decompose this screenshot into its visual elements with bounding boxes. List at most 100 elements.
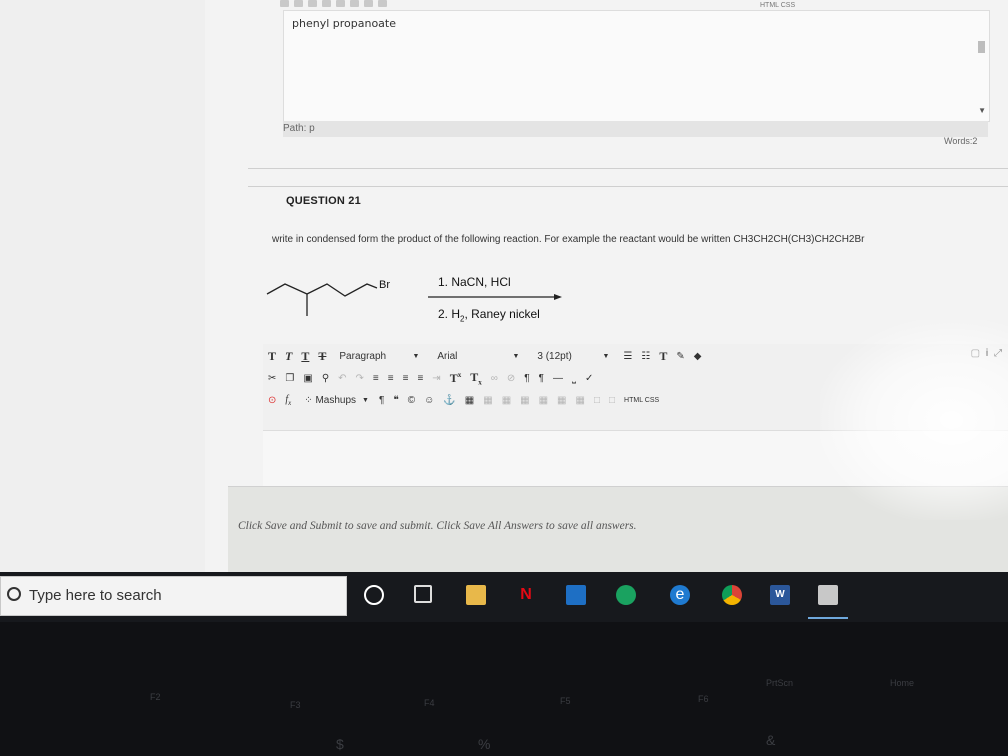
toolbar-row-1: T T T T Paragraph ▼ Arial ▼ 3 (12pt) ▼ ☰ ☷ … [268,346,710,366]
search-icon [7,587,21,601]
unlink-icon[interactable]: ⊘ [507,373,515,384]
blockquote-icon[interactable]: ❝ [393,395,398,406]
table-cell-icon[interactable]: ▦ [520,395,529,406]
italic-button[interactable]: T [285,349,292,364]
scrollbar-thumb[interactable] [978,41,985,53]
reactant-structure: Br [266,279,390,316]
paste-icon[interactable]: ▣ [303,373,312,384]
table-merge-icon[interactable]: ▦ [539,395,548,406]
indent-icon[interactable]: ⇥ [432,373,440,384]
reaction-conditions: 1. NaCN, HCl 2. H2, Raney nickel [428,268,568,328]
edge-icon[interactable] [616,585,636,605]
laptop-keyboard: F2 F3 F4 F5 F6 PrtScn Home $ % & [0,622,1008,756]
formula-icon[interactable]: fx [285,394,291,407]
ltr-icon[interactable]: ¶ [524,373,529,384]
underline-button[interactable]: T [301,349,309,364]
text-color-icon[interactable]: T [659,349,667,364]
box-icon[interactable]: □ [609,395,615,406]
reagent-step-2: 2. H2, Raney nickel [438,307,540,324]
horizontal-rule-icon[interactable]: — [553,373,563,384]
bold-button[interactable]: T [268,349,276,364]
align-right-icon[interactable]: ≡ [403,373,409,384]
html-css-button[interactable]: HTML CSS [760,2,795,9]
align-left-icon[interactable]: ≡ [373,373,379,384]
key-label: F4 [424,698,435,708]
align-center-icon[interactable]: ≡ [388,373,394,384]
table-icon[interactable]: ▦ [465,395,474,406]
numbered-list-icon[interactable]: ☷ [641,351,650,362]
mashups-select[interactable]: ⁘ Mashups ▼ [300,392,373,408]
key-label: F5 [560,696,571,706]
font-select[interactable]: Arial ▼ [433,348,523,364]
undo-icon[interactable]: ↶ [338,373,346,384]
scroll-down-icon[interactable]: ▼ [978,106,986,115]
toolbar-button[interactable] [321,0,331,7]
record-icon[interactable]: ⊙ [268,395,276,406]
previous-answer-text: phenyl propanoate [292,17,396,30]
word-count: Words:2 [944,136,978,146]
html-css-button[interactable]: HTML CSS [624,397,659,404]
copyright-icon[interactable]: © [408,395,415,406]
mail-icon[interactable] [566,585,586,605]
question-text: write in condensed form the product of t… [272,234,865,245]
divider [248,168,1008,169]
task-view-icon[interactable] [414,585,432,603]
rtl-icon[interactable]: ¶ [539,373,544,384]
chevron-down-icon: ▼ [512,352,520,360]
toolbar-button[interactable] [335,0,345,7]
previous-answer-editor[interactable]: phenyl propanoate ▼ [283,10,990,122]
paragraph-select[interactable]: Paragraph ▼ [335,348,423,364]
anchor-icon[interactable]: ⚓ [443,395,455,406]
table-row-icon[interactable]: ▦ [483,395,492,406]
superscript-icon[interactable]: Tx [450,371,462,386]
key-label: F2 [150,692,161,702]
word-icon[interactable]: W [770,585,790,605]
cut-icon[interactable]: ✂ [268,373,276,384]
snipping-tool-icon[interactable] [818,585,838,605]
chevron-down-icon: ▼ [412,352,420,360]
table-delete-icon[interactable]: ▦ [576,395,585,406]
key-label: & [766,732,776,748]
redo-icon[interactable]: ↷ [356,373,364,384]
chevron-down-icon: ▼ [362,396,369,404]
internet-explorer-icon[interactable]: e [670,585,690,605]
netflix-icon[interactable]: N [516,585,536,605]
key-label: Home [890,678,915,688]
font-size-select[interactable]: 3 (12pt) ▼ [533,348,613,364]
box-icon[interactable]: □ [594,395,600,406]
subscript-icon[interactable]: Tx [470,370,482,386]
windows-taskbar: Type here to search N e W [0,572,1008,622]
non-breaking-space-icon[interactable]: ⎵ [572,373,576,384]
toolbar-button[interactable] [363,0,373,7]
find-icon[interactable]: ⚲ [322,373,329,384]
toolbar-button[interactable] [307,0,317,7]
search-placeholder: Type here to search [29,587,162,604]
table-col-icon[interactable]: ▦ [502,395,511,406]
link-icon[interactable]: ∞ [491,373,498,384]
cortana-icon[interactable] [364,585,384,605]
file-explorer-icon[interactable] [466,585,486,605]
chevron-down-icon: ▼ [602,352,610,360]
eraser-icon[interactable]: ◆ [694,351,702,362]
table-split-icon[interactable]: ▦ [557,395,566,406]
toolbar-button[interactable] [349,0,359,7]
copy-icon[interactable]: ❐ [285,373,294,384]
spellcheck-icon[interactable]: ✓ [585,373,593,384]
question-title: QUESTION 21 [286,195,361,207]
key-label: F3 [290,700,301,710]
highlight-pen-icon[interactable]: ✎ [676,351,684,362]
justify-icon[interactable]: ≡ [417,373,423,384]
taskbar-search-box[interactable]: Type here to search [0,576,347,616]
toolbar-button[interactable] [280,0,289,7]
strikethrough-button[interactable]: T [318,349,326,364]
active-app-indicator [808,617,848,619]
reaction-arrow [428,294,562,300]
paragraph-mark-icon[interactable]: ¶ [379,395,384,406]
toolbar-button[interactable] [377,0,387,7]
bullet-list-icon[interactable]: ☰ [623,351,632,362]
chrome-icon[interactable] [722,585,742,605]
toolbar-button[interactable] [293,0,303,7]
emoji-icon[interactable]: ☺ [424,395,434,406]
carbon-chain [266,283,378,297]
key-label: PrtScn [766,678,794,688]
